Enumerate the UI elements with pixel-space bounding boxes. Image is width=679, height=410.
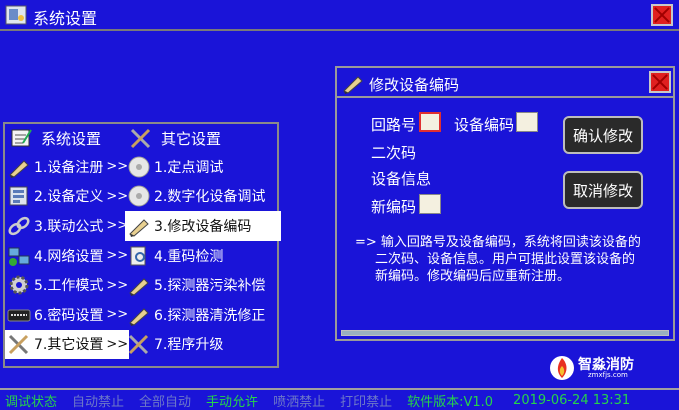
system-settings-column: 系统设置 1.设备注册 >> 2.设备定义 >> 3.联动公式 >> 4.网络设… [5, 124, 142, 360]
menu-item-label: 3.修改设备编码 [154, 218, 252, 235]
new-code-label: 新编码 [371, 198, 417, 216]
instruction-line-1: => 输入回路号及设备编码，系统将回读该设备的 [355, 235, 641, 250]
search-doc-icon [130, 246, 146, 266]
gear-icon [9, 275, 29, 295]
disc-icon [128, 156, 150, 178]
status-debug: 调试状态 [5, 394, 58, 410]
other-settings-column: 其它设置 1.定点调试 2.数字化设备调试 3.修改设备编码 4.重码检测 5.… [125, 124, 281, 360]
confirm-modify-button[interactable]: 确认修改 [563, 116, 643, 154]
status-datetime: 2019-06-24 13:31 [513, 392, 631, 408]
menu-item-label: 2.设备定义 [34, 189, 104, 206]
menu-item-label: 1.设备注册 [34, 159, 104, 176]
menu-item-other-settings[interactable]: 7.其它设置 >> [5, 329, 129, 360]
instruction-note: => 输入回路号及设备编码，系统将回读该设备的 二次码、设备信息。用户可据此设置… [355, 234, 665, 285]
instruction-line-2: 二次码、设备信息。用户可据此设置该设备的 [375, 252, 636, 267]
link-icon [8, 216, 30, 236]
loop-number-label: 回路号 [371, 116, 417, 134]
status-auto-forbid: 自动禁止 [72, 394, 125, 410]
dialog-progress-bar [341, 330, 669, 336]
menu-item-network-settings[interactable]: 4.网络设置 >> [5, 241, 142, 271]
menu-item-password-settings[interactable]: 6.密码设置 >> [5, 300, 142, 330]
brand-url: zmxfjs.com [588, 371, 628, 379]
menu-item-detector-cleaning-correction[interactable]: 6.探测器清洗修正 [125, 300, 266, 330]
window-close-button[interactable] [651, 4, 673, 26]
status-print-forbid: 打印禁止 [340, 394, 393, 410]
menu-item-label: 2.数字化设备调试 [154, 189, 266, 206]
settings-menu: 系统设置 1.设备注册 >> 2.设备定义 >> 3.联动公式 >> 4.网络设… [3, 122, 281, 368]
new-code-input[interactable] [419, 194, 441, 214]
menu-item-label: 6.密码设置 [34, 307, 104, 324]
status-all-auto: 全部自动 [139, 394, 192, 410]
menu-item-label: 7.其它设置 [34, 337, 104, 354]
menu-item-label: 5.探测器污染补偿 [154, 278, 266, 295]
menu-item-work-mode[interactable]: 5.工作模式 >> [5, 270, 142, 300]
menu-item-label: 1.定点调试 [154, 159, 224, 176]
status-manual-allow: 手动允许 [206, 394, 259, 410]
menu-item-label: 5.工作模式 [34, 278, 104, 295]
menu-item-digital-device-debug[interactable]: 2.数字化设备调试 [125, 182, 266, 212]
dialog-close-button[interactable] [649, 71, 671, 93]
menu-item-label: 6.探测器清洗修正 [154, 307, 266, 324]
menu-item-detector-pollution-compensation[interactable]: 5.探测器污染补偿 [125, 270, 266, 300]
dialog-title-bar: 修改设备编码 [337, 68, 673, 98]
secondary-code-label: 二次码 [371, 144, 417, 162]
status-bar: 调试状态 自动禁止 全部自动 手动允许 喷洒禁止 打印禁止 软件版本:V1.0 … [0, 388, 679, 410]
tools-icon [130, 128, 151, 149]
fire-logo-icon [550, 356, 574, 380]
device-code-input[interactable] [516, 112, 538, 132]
settings-app-icon [5, 5, 27, 25]
loop-number-input[interactable] [419, 112, 441, 132]
menu-header-label: 系统设置 [41, 129, 102, 148]
menu-item-label: 3.联动公式 [34, 218, 104, 235]
title-bar: 系统设置 [0, 0, 679, 31]
notepad-icon [11, 129, 32, 147]
status-software-version: 软件版本:V1.0 [407, 394, 494, 410]
window-title: 系统设置 [33, 9, 98, 28]
instruction-line-3: 新编码。修改编码后应重新注册。 [375, 269, 571, 284]
network-icon [8, 247, 30, 266]
menu-item-modify-device-code[interactable]: 3.修改设备编码 [125, 211, 281, 241]
menu-header-label: 其它设置 [161, 129, 222, 148]
tools-icon [8, 335, 29, 355]
pencil-icon [343, 76, 363, 94]
pencil-icon [129, 278, 149, 297]
menu-item-duplicate-code-check[interactable]: 4.重码检测 [125, 241, 262, 271]
disc-icon [128, 185, 150, 207]
menu-item-device-define[interactable]: 2.设备定义 >> [5, 182, 142, 212]
menu-item-label: 4.网络设置 [34, 248, 104, 265]
modify-device-code-dialog: 修改设备编码 回路号 设备编码 二次码 设备信息 新编码 确认修改 取消修改 =… [335, 66, 675, 341]
tools-icon [128, 335, 149, 355]
cancel-modify-button[interactable]: 取消修改 [563, 171, 643, 209]
device-info-label: 设备信息 [371, 170, 432, 188]
menu-item-device-register[interactable]: 1.设备注册 >> [5, 152, 142, 182]
pencil-icon [129, 219, 149, 237]
menu-item-label: 4.重码检测 [154, 248, 224, 265]
menu-header-system-settings: 系统设置 [5, 124, 142, 152]
menu-item-label: 7.程序升级 [154, 337, 224, 354]
menu-item-point-debug[interactable]: 1.定点调试 [125, 152, 262, 182]
status-spray-forbid: 喷洒禁止 [273, 394, 326, 410]
pencil-icon [9, 160, 29, 178]
menu-item-linkage-formula[interactable]: 3.联动公式 >> [5, 211, 142, 241]
pencil-icon [129, 308, 149, 326]
menu-header-other-settings: 其它设置 [125, 124, 262, 152]
keyboard-icon [7, 309, 31, 322]
dialog-title: 修改设备编码 [369, 76, 460, 94]
brand-logo: 智淼消防 zmxfjs.com [548, 352, 668, 382]
device-code-label: 设备编码 [454, 116, 515, 134]
device-define-icon [9, 186, 28, 206]
menu-item-program-upgrade[interactable]: 7.程序升级 [125, 330, 262, 360]
